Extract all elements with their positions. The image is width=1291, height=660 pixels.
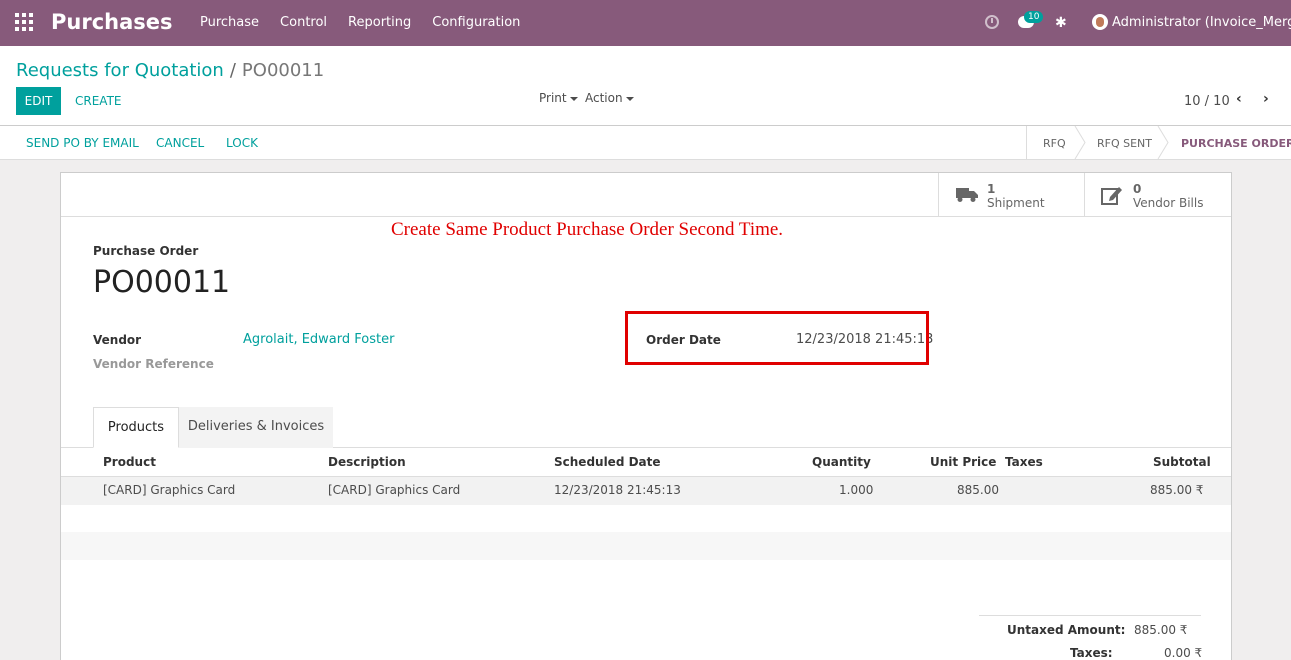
cell-description: [CARD] Graphics Card	[328, 483, 461, 497]
chevron-left-icon[interactable]: ‹	[1236, 91, 1242, 107]
empty-row	[61, 532, 1231, 560]
shipment-count: 1	[987, 182, 996, 196]
breadcrumb: Requests for Quotation / PO00011	[16, 60, 324, 81]
stage-purchase-order[interactable]: PURCHASE ORDER	[1181, 137, 1291, 150]
cell-scheduled-date: 12/23/2018 21:45:13	[554, 483, 681, 497]
lock-button[interactable]: LOCK	[226, 136, 258, 150]
status-stages: RFQ RFQ SENT PURCHASE ORDER	[1026, 126, 1291, 159]
th-subtotal[interactable]: Subtotal	[1153, 455, 1211, 469]
cell-unit-price: 885.00	[957, 483, 999, 497]
stage-arrow-icon	[1074, 126, 1086, 159]
vendor-bills-smart-button[interactable]: 0 Vendor Bills	[1084, 173, 1231, 217]
create-button[interactable]: CREATE	[75, 94, 122, 108]
edit-bill-icon	[1101, 187, 1122, 205]
menu-reporting[interactable]: Reporting	[348, 15, 411, 30]
user-avatar[interactable]	[1092, 14, 1108, 30]
vendor-reference-label: Vendor Reference	[93, 357, 214, 371]
tab-products[interactable]: Products	[93, 407, 179, 448]
notebook-tabs: Products Deliveries & Invoices	[61, 407, 1231, 448]
th-taxes[interactable]: Taxes	[1005, 455, 1043, 469]
annotation-text: Create Same Product Purchase Order Secon…	[391, 219, 784, 240]
user-menu[interactable]: Administrator (Invoice_Merge)	[1112, 15, 1291, 30]
vendor-link[interactable]: Agrolait, Edward Foster	[243, 332, 394, 347]
vendor-bills-label: Vendor Bills	[1133, 196, 1204, 210]
th-quantity[interactable]: Quantity	[812, 455, 871, 469]
app-title: Purchases	[51, 10, 173, 34]
cancel-button[interactable]: CANCEL	[156, 136, 204, 150]
debug-bug-icon[interactable]: ✱	[1055, 15, 1067, 31]
th-description[interactable]: Description	[328, 455, 406, 469]
action-label: Action	[585, 91, 623, 105]
menu-configuration[interactable]: Configuration	[432, 15, 520, 30]
taxes-value: 0.00 ₹	[1164, 646, 1203, 660]
smart-button-box: 1 Shipment 0 Vendor Bills	[61, 173, 1231, 217]
po-title-label: Purchase Order	[93, 244, 199, 258]
truck-icon	[956, 188, 978, 202]
chat-badge: 10	[1024, 11, 1044, 23]
tab-deliveries-invoices[interactable]: Deliveries & Invoices	[179, 407, 333, 448]
apps-menu-icon[interactable]	[15, 13, 33, 31]
top-navbar: Purchases Purchase Control Reporting Con…	[0, 0, 1291, 46]
chevron-right-icon[interactable]: ›	[1263, 91, 1269, 107]
vendor-bills-count: 0	[1133, 182, 1142, 196]
pager-value[interactable]: 10 / 10	[1184, 94, 1230, 109]
menu-control[interactable]: Control	[280, 15, 327, 30]
th-unit-price[interactable]: Unit Price	[930, 455, 996, 469]
table-header: Product Description Scheduled Date Quant…	[61, 449, 1231, 477]
menu-purchase[interactable]: Purchase	[200, 15, 259, 30]
caret-down-icon	[625, 96, 634, 101]
untaxed-amount-label: Untaxed Amount:	[1007, 623, 1126, 637]
form-statusbar: SEND PO BY EMAIL CANCEL LOCK RFQ RFQ SEN…	[0, 126, 1291, 160]
shipment-label: Shipment	[987, 196, 1045, 210]
th-scheduled-date[interactable]: Scheduled Date	[554, 455, 661, 469]
action-dropdown[interactable]: Action	[585, 91, 634, 105]
totals-divider	[979, 615, 1201, 616]
edit-button[interactable]: EDIT	[16, 87, 61, 115]
cell-product: [CARD] Graphics Card	[103, 483, 236, 497]
po-name: PO00011	[93, 265, 231, 300]
vendor-label: Vendor	[93, 333, 142, 347]
table-row[interactable]: [CARD] Graphics Card [CARD] Graphics Car…	[61, 477, 1231, 505]
send-po-by-email-button[interactable]: SEND PO BY EMAIL	[26, 136, 139, 150]
stage-rfq[interactable]: RFQ	[1043, 137, 1066, 150]
shipment-smart-button[interactable]: 1 Shipment	[938, 173, 1084, 217]
taxes-label: Taxes:	[1070, 646, 1113, 660]
control-panel: Requests for Quotation / PO00011 EDIT CREA…	[0, 46, 1291, 126]
activity-clock-icon[interactable]	[985, 15, 999, 29]
form-sheet: 1 Shipment 0 Vendor Bills Create Same Pr…	[60, 172, 1232, 660]
untaxed-amount-value: 885.00 ₹	[1134, 623, 1188, 637]
highlight-box	[625, 311, 929, 365]
th-product[interactable]: Product	[103, 455, 156, 469]
breadcrumb-separator: /	[229, 60, 236, 81]
cell-quantity: 1.000	[839, 483, 874, 497]
cell-subtotal: 885.00 ₹	[1150, 483, 1204, 497]
stage-arrow-icon	[1157, 126, 1169, 159]
caret-down-icon	[569, 96, 578, 101]
print-dropdown[interactable]: Print	[539, 91, 578, 105]
breadcrumb-current: PO00011	[241, 60, 325, 81]
stage-rfq-sent[interactable]: RFQ SENT	[1097, 137, 1152, 150]
breadcrumb-parent[interactable]: Requests for Quotation	[16, 60, 224, 81]
print-label: Print	[539, 91, 567, 105]
main-menu: Purchase Control Reporting Configuration	[200, 15, 541, 30]
